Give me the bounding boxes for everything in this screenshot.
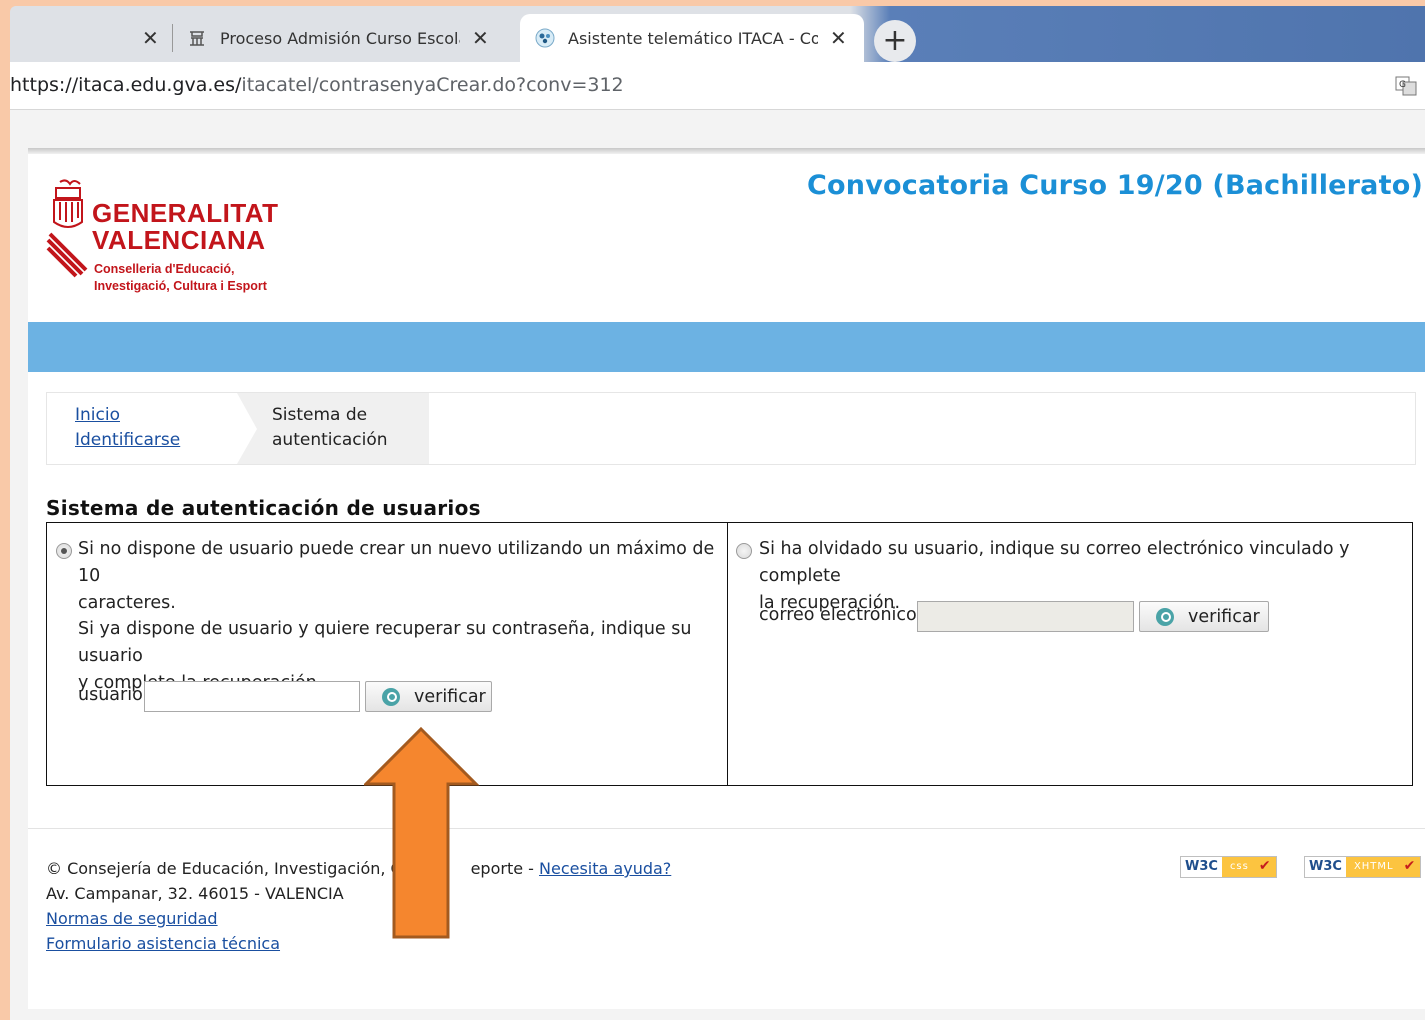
close-icon[interactable]: ✕ [142,26,159,50]
itaca-favicon-icon [534,27,556,49]
verify-user-button[interactable]: verificar [365,681,492,712]
page-bottom-margin [28,1009,1425,1020]
breadcrumb-current-line2: autenticación [272,430,388,450]
verify-email-button[interactable]: verificar [1139,601,1269,632]
logo-title: GENERALITAT VALENCIANA [92,198,279,255]
translate-icon[interactable]: G [1395,76,1417,96]
breadcrumb-current-line1: Sistema de [272,405,368,425]
breadcrumb: Inicio Identificarse Sistema de autentic… [46,392,1416,465]
new-tab-button[interactable]: + [874,20,916,62]
auth-option-recover-email: Si ha olvidado su usuario, indique su co… [728,523,1412,785]
pointer-arrow-annotation [364,726,480,939]
tab-separator [172,24,173,52]
footer: © Consejería de Educación, Investigación… [46,856,671,956]
footer-divider [28,828,1425,829]
security-rules-link[interactable]: Normas de seguridad [46,909,218,928]
email-input[interactable] [917,601,1134,632]
create-user-instructions: Si no dispone de usuario puede crear un … [78,539,715,613]
check-icon: ✔ [1401,857,1421,877]
close-icon[interactable]: ✕ [472,26,489,50]
site-favicon-icon [186,27,208,49]
breadcrumb-link-identificarse[interactable]: Identificarse [75,428,180,453]
usuario-input[interactable] [144,681,360,712]
tab-title: Asistente telemático ITACA - Con [568,28,818,48]
tab-title: Proceso Admisión Curso Escolar 2 [220,28,460,48]
logo-subtitle: Conselleria d'Educació, Investigació, Cu… [94,262,267,293]
usuario-label: usuario [78,685,143,705]
address-bar[interactable]: https://itaca.edu.gva.es/itacatel/contra… [10,62,1425,110]
breadcrumb-chevron [237,393,257,464]
breadcrumb-links: Inicio Identificarse [75,403,180,453]
auth-section-title: Sistema de autenticación de usuarios [46,496,481,520]
search-icon [382,687,400,706]
auth-box: Si no dispone de usuario puede crear un … [46,522,1413,786]
browser-tab-bar: ✕ Proceso Admisión Curso Escolar 2 ✕ Asi… [10,6,1425,62]
generalitat-crest-icon [46,179,88,278]
breadcrumb-current: Sistema de autenticación [237,393,429,464]
help-link[interactable]: Necesita ayuda? [539,859,671,878]
convocatoria-title: Convocatoria Curso 19/20 (Bachillerato) [807,170,1423,201]
footer-copyright-end: eporte - [470,859,534,878]
w3c-xhtml-badge[interactable]: W3C XHTML ✔ [1304,856,1422,878]
url-text[interactable]: https://itaca.edu.gva.es/itacatel/contra… [10,74,624,96]
w3c-css-badge[interactable]: W3C css ✔ [1180,856,1277,878]
radio-recover-email[interactable] [736,543,752,559]
tab-previous[interactable]: ✕ [130,14,166,62]
breadcrumb-link-inicio[interactable]: Inicio [75,403,180,428]
page-body: GENERALITAT VALENCIANA Conselleria d'Edu… [28,154,1425,1020]
svg-text:G: G [1399,80,1406,90]
check-icon: ✔ [1256,857,1276,877]
radio-create-user[interactable] [56,543,72,559]
close-icon[interactable]: ✕ [830,26,847,50]
footer-address: Av. Campanar, 32. 46015 - VALENCIA [46,884,344,903]
search-icon [1156,607,1174,626]
support-form-link[interactable]: Formulario asistencia técnica [46,934,280,953]
tab-proceso-admision[interactable]: Proceso Admisión Curso Escolar 2 ✕ [186,14,516,62]
page-viewport: GENERALITAT VALENCIANA Conselleria d'Edu… [10,110,1425,1020]
tab-itaca[interactable]: Asistente telemático ITACA - Con ✕ [520,14,864,62]
generalitat-logo[interactable]: GENERALITAT VALENCIANA Conselleria d'Edu… [46,178,286,298]
menu-bar [28,322,1425,372]
email-label: correo electrónico [759,605,917,625]
